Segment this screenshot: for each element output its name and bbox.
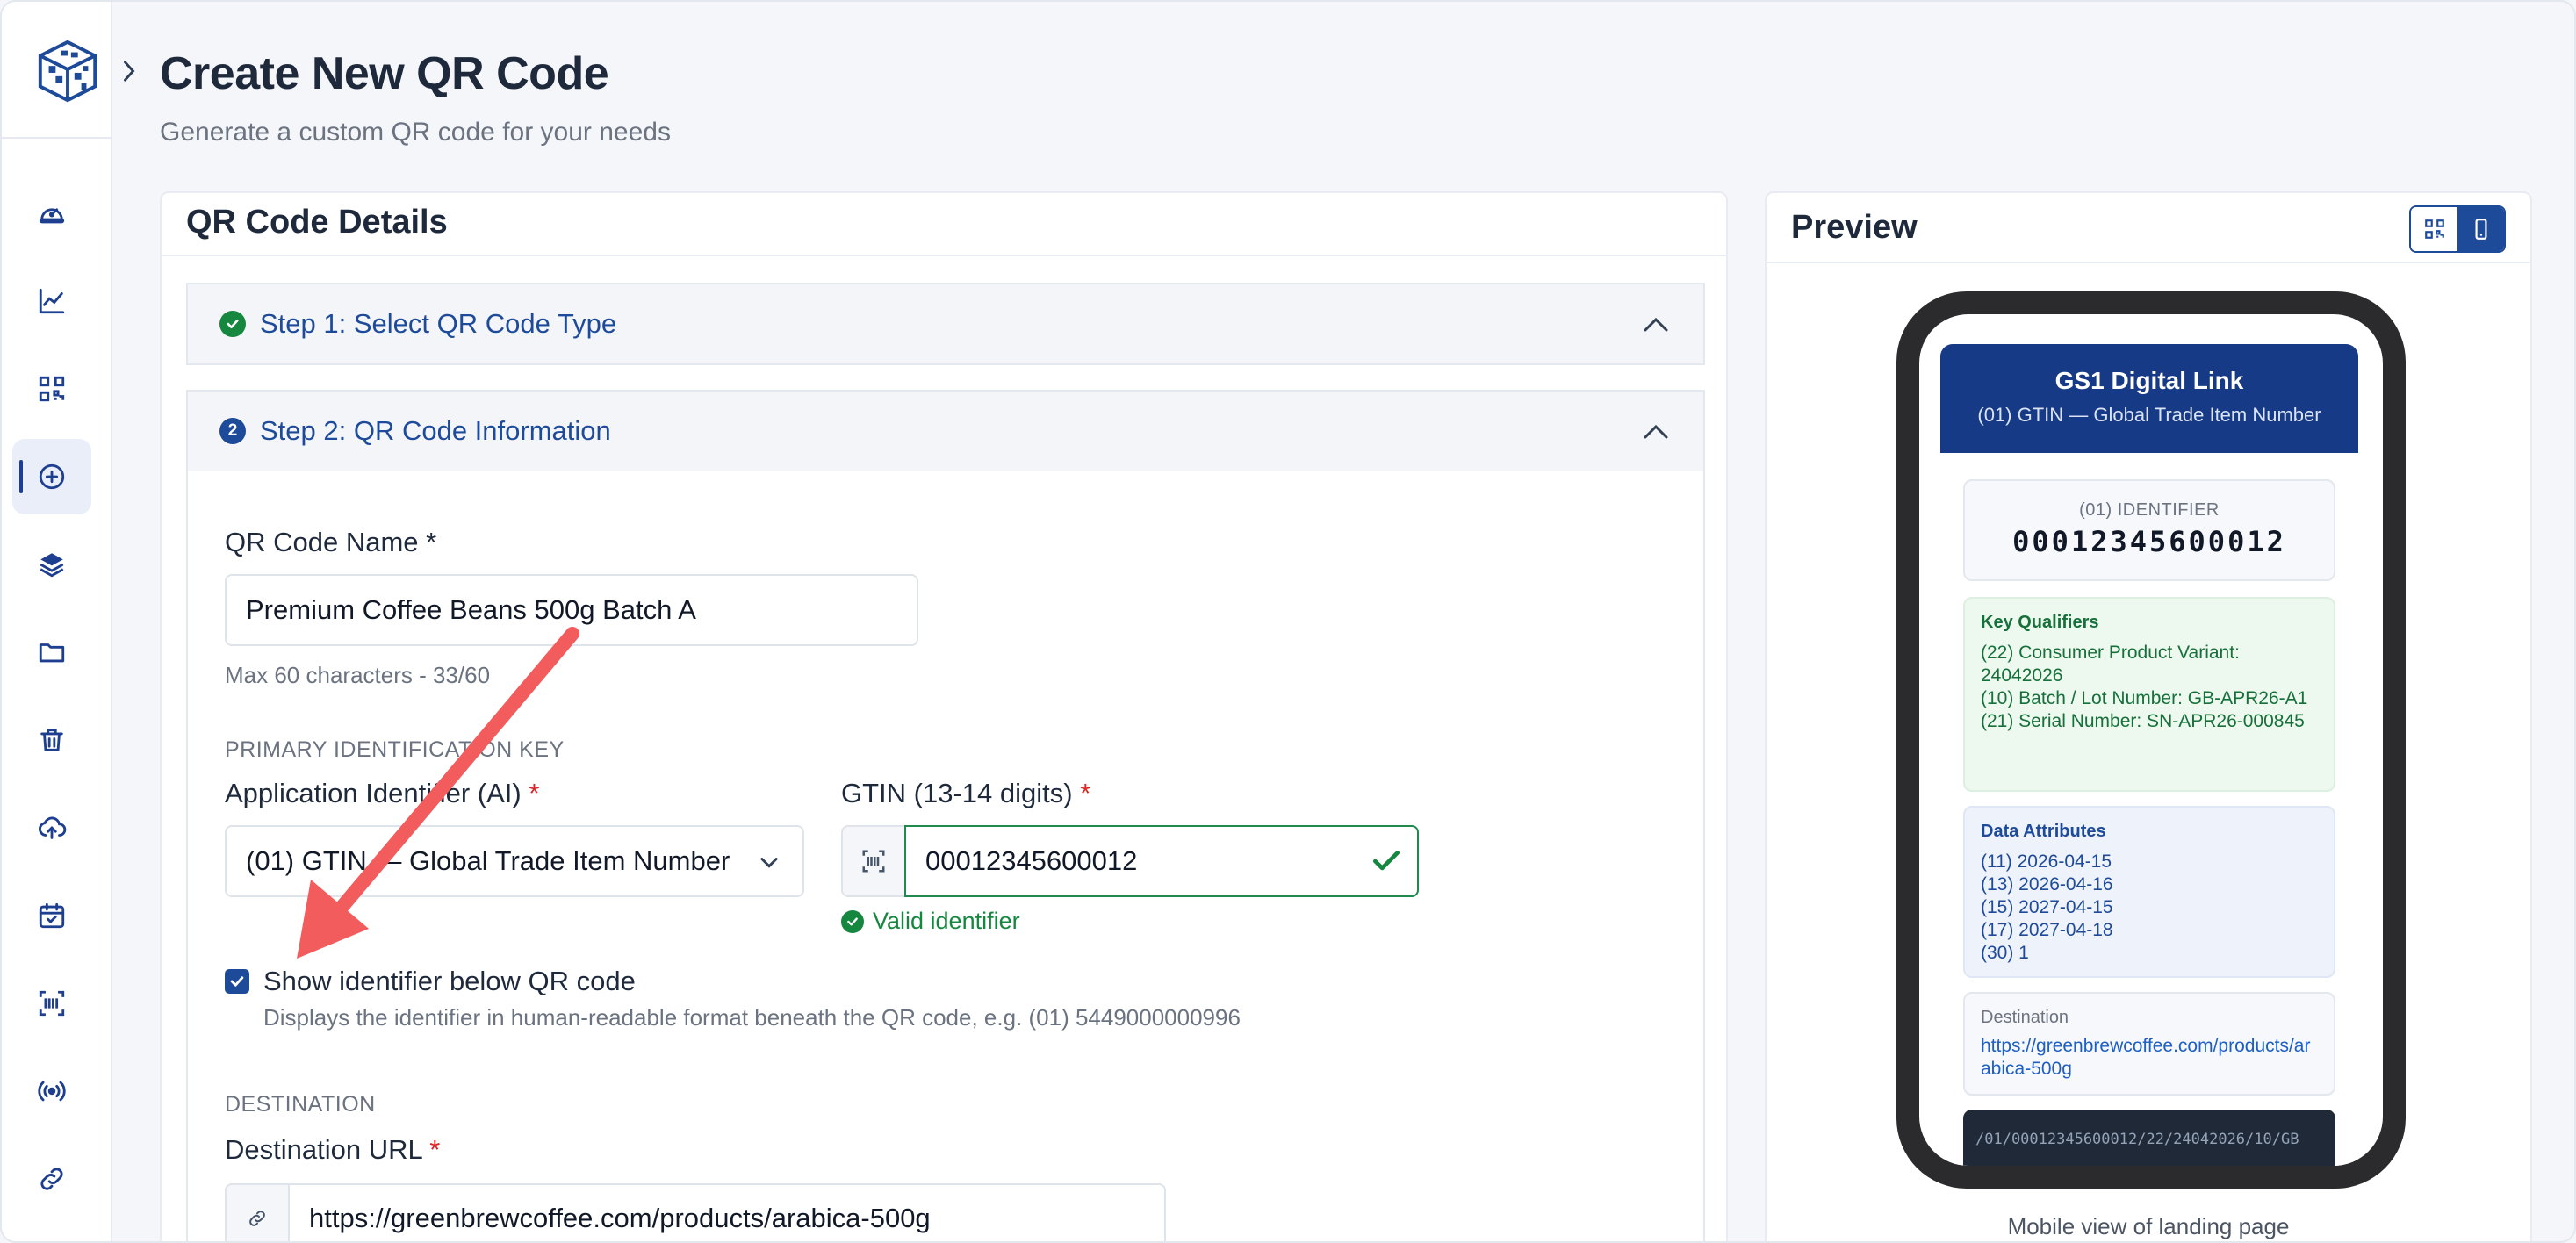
nav-folders[interactable]: [12, 614, 91, 690]
chevron-down-icon: [760, 858, 778, 868]
key-qualifiers-title: Key Qualifiers: [1981, 613, 2099, 632]
barcode-scan-icon: [39, 990, 65, 1017]
nav-trash[interactable]: [12, 702, 91, 778]
destination-box: Destination https://greenbrewcoffee.com/…: [1963, 992, 2335, 1096]
destination-url-label: Destination URL *: [225, 1134, 441, 1165]
divider: [162, 255, 1726, 256]
mobile-view-button[interactable]: [2457, 207, 2504, 251]
key-qualifier-item: (21) Serial Number: SN-APR26-000845: [1981, 711, 2305, 731]
destination-url-input[interactable]: https://greenbrewcoffee.com/products/ara…: [288, 1183, 1166, 1241]
check-circle-icon: [219, 311, 246, 337]
step-2-label: Step 2: QR Code Information: [260, 415, 611, 446]
landing-subtitle: (01) GTIN — Global Trade Item Number: [1977, 404, 2321, 426]
nav-broadcast[interactable]: [12, 1053, 91, 1129]
nav-barcode[interactable]: [12, 966, 91, 1041]
page-title: Create New QR Code: [160, 48, 609, 99]
barcode-scan-button[interactable]: [841, 825, 906, 897]
identifier-label: (01) IDENTIFIER: [2079, 500, 2220, 520]
broadcast-icon: [38, 1081, 66, 1102]
qr-icon: [39, 376, 65, 402]
phone-mockup: GS1 Digital Link (01) GTIN — Global Trad…: [1896, 291, 2406, 1189]
nav-links[interactable]: [12, 1141, 91, 1217]
gauge-icon: [39, 208, 65, 224]
data-attribute-item: (13) 2026-04-16: [1981, 874, 2113, 895]
data-attributes-box: Data Attributes (11) 2026-04-15 (13) 202…: [1963, 806, 2335, 978]
qr-icon: [2424, 219, 2444, 239]
data-attribute-item: (17) 2027-04-18: [1981, 920, 2113, 940]
ai-label: Application Identifier (AI) *: [225, 778, 540, 808]
landing-header: GS1 Digital Link (01) GTIN — Global Trad…: [1940, 344, 2358, 453]
landing-body: (01) IDENTIFIER 00012345600012 Key Quali…: [1940, 453, 2358, 1166]
nav-analytics[interactable]: [12, 263, 91, 339]
nav-calendar[interactable]: [12, 878, 91, 953]
sidebar: [2, 2, 112, 1241]
data-attribute-item: (11) 2026-04-15: [1981, 851, 2112, 872]
step-2-body: QR Code Name * Premium Coffee Beans 500g…: [186, 471, 1705, 1241]
data-attribute-item: (15) 2027-04-15: [1981, 897, 2113, 917]
nav-create[interactable]: [12, 439, 91, 514]
step-2-header[interactable]: 2 Step 2: QR Code Information: [186, 390, 1705, 472]
divider: [1767, 262, 2530, 263]
qr-name-helper: Max 60 characters - 33/60: [225, 662, 491, 688]
show-identifier-helper: Displays the identifier in human-readabl…: [263, 1004, 1241, 1031]
url-prefix-addon: [225, 1183, 290, 1241]
chevron-up-icon[interactable]: [1640, 309, 1672, 341]
gtin-label: GTIN (13-14 digits) *: [841, 778, 1091, 808]
destination-link[interactable]: https://greenbrewcoffee.com/products/ara…: [1981, 1035, 2318, 1081]
valid-identifier-message: Valid identifier: [841, 908, 1020, 935]
qr-view-button[interactable]: [2411, 207, 2457, 251]
app-window: Create New QR Code Generate a custom QR …: [0, 0, 2576, 1243]
logo-area: [2, 2, 112, 139]
phone-screen: GS1 Digital Link (01) GTIN — Global Trad…: [1919, 314, 2383, 1166]
link-icon: [40, 1168, 63, 1190]
landing-title: GS1 Digital Link: [2054, 367, 2244, 394]
nav-layers[interactable]: [12, 527, 91, 602]
destination-title: Destination: [1981, 1008, 2069, 1027]
line-chart-icon: [39, 288, 65, 314]
preview-caption: Mobile view of landing page: [2007, 1213, 2290, 1239]
calendar-check-icon: [39, 902, 65, 929]
identifier-value: 00012345600012: [2012, 525, 2286, 558]
trash-icon: [40, 729, 63, 751]
preview-card: Preview GS1 Digital Link (01) GTIN — Glo…: [1765, 191, 2532, 1241]
data-attribute-item: (30) 1: [1981, 943, 2029, 963]
show-identifier-label[interactable]: Show identifier below QR code: [263, 966, 636, 997]
smartphone-icon: [2475, 219, 2486, 240]
qr-name-label: QR Code Name *: [225, 527, 437, 557]
step-number-badge: 2: [219, 418, 246, 444]
data-attributes-title: Data Attributes: [1981, 822, 2106, 841]
show-identifier-checkbox[interactable]: [225, 969, 249, 994]
ai-select[interactable]: (01) GTIN — Global Trade Item Number: [225, 825, 804, 897]
digital-link-path: /01/00012345600012/22/24042026/10/GB: [1963, 1110, 2335, 1166]
layers-icon: [40, 553, 64, 578]
sidebar-expand-chevron-icon[interactable]: [118, 56, 140, 86]
cube-logo-icon[interactable]: [33, 37, 102, 105]
plus-circle-icon: [39, 463, 65, 490]
chevron-up-icon[interactable]: [1640, 416, 1672, 448]
preview-view-toggle: [2409, 205, 2506, 253]
folder-icon: [39, 643, 65, 663]
checkmark-icon: [1372, 851, 1400, 871]
qr-name-input[interactable]: Premium Coffee Beans 500g Batch A: [225, 574, 918, 646]
qr-details-card: QR Code Details Step 1: Select QR Code T…: [160, 191, 1728, 1241]
link-icon: [249, 1211, 265, 1226]
key-qualifier-item: (22) Consumer Product Variant: 24042026: [1981, 643, 2240, 686]
nav-qr-codes[interactable]: [12, 351, 91, 427]
key-qualifiers-box: Key Qualifiers (22) Consumer Product Var…: [1963, 597, 2335, 792]
cloud-upload-icon: [39, 816, 67, 839]
nav-upload[interactable]: [12, 790, 91, 866]
primary-key-section-label: PRIMARY IDENTIFICATION KEY: [225, 737, 565, 762]
key-qualifier-item: (10) Batch / Lot Number: GB-APR26-A1: [1981, 688, 2308, 708]
step-1-label: Step 1: Select QR Code Type: [260, 308, 617, 339]
card-title: QR Code Details: [186, 204, 448, 241]
check-circle-icon: [841, 909, 864, 933]
destination-section-label: DESTINATION: [225, 1092, 376, 1117]
barcode-scan-icon: [862, 850, 885, 873]
nav-dashboard[interactable]: [12, 176, 91, 251]
preview-title: Preview: [1791, 209, 1918, 246]
page-subtitle: Generate a custom QR code for your needs: [160, 118, 671, 147]
identifier-box: (01) IDENTIFIER 00012345600012: [1963, 479, 2335, 581]
step-1-header[interactable]: Step 1: Select QR Code Type: [186, 283, 1705, 365]
gtin-input[interactable]: 00012345600012: [904, 825, 1419, 897]
